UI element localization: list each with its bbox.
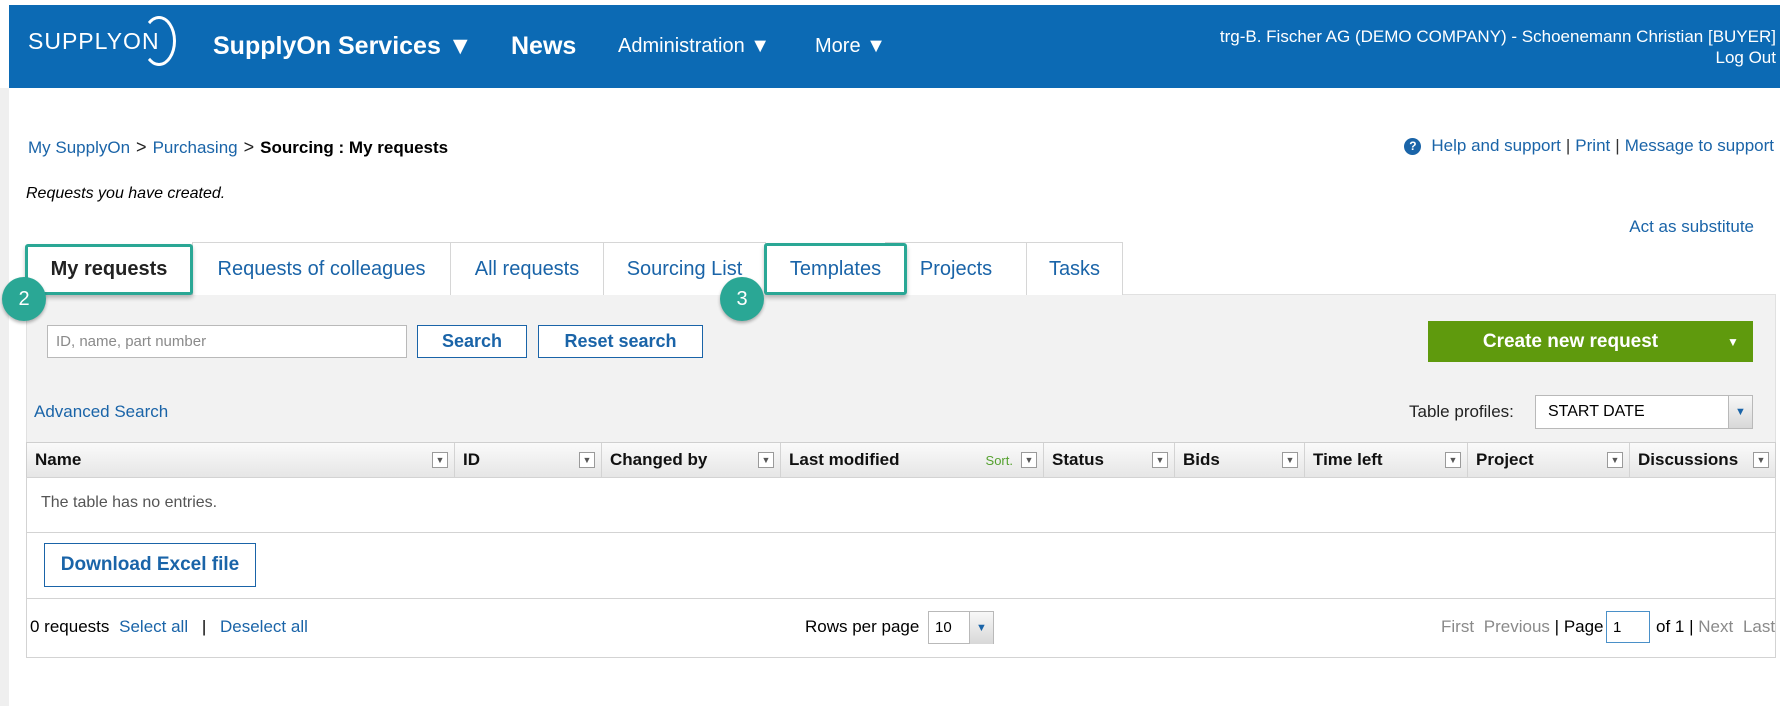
pagination: First Previous | Page	[1441, 617, 1604, 637]
filter-dropdown-icon[interactable]: ▼	[1152, 452, 1168, 468]
link-divider: |	[1689, 617, 1694, 636]
row-divider	[26, 598, 1776, 599]
column-label: Project	[1476, 450, 1534, 469]
reset-search-button[interactable]: Reset search	[538, 325, 703, 358]
act-as-substitute-link[interactable]: Act as substitute	[1629, 217, 1754, 237]
question-circle-icon[interactable]: ?	[1404, 137, 1422, 155]
page-total: of 1	[1656, 617, 1685, 636]
table-profiles-select[interactable]: START DATE ▼	[1535, 395, 1753, 429]
logo-text: SUPPLYON	[28, 27, 160, 54]
table-header: Name ▼ ID ▼ Changed by ▼ Last modified S…	[26, 442, 1776, 478]
message-to-support-link[interactable]: Message to support	[1625, 136, 1774, 156]
filter-dropdown-icon[interactable]: ▼	[1282, 452, 1298, 468]
filter-dropdown-icon[interactable]: ▼	[758, 452, 774, 468]
breadcrumb-separator: >	[243, 137, 255, 157]
footer-selection: 0 requests Select all | Deselect all	[30, 617, 308, 637]
tab-my-requests[interactable]: My requests	[25, 244, 193, 295]
chevron-down-icon[interactable]: ▼	[969, 612, 993, 644]
column-label: Name	[35, 450, 82, 469]
nav-news[interactable]: News	[511, 31, 576, 61]
logo-ring-icon	[141, 16, 176, 66]
link-divider: |	[1554, 617, 1560, 636]
chevron-down-icon[interactable]: ▼	[1713, 335, 1753, 349]
user-info: trg-B. Fischer AG (DEMO COMPANY) - Schoe…	[1220, 26, 1776, 68]
callout-badge-3: 3	[720, 277, 764, 321]
rows-per-page-label: Rows per page	[805, 617, 920, 636]
column-label: Time left	[1313, 450, 1383, 469]
tab-templates[interactable]: Templates	[764, 243, 907, 295]
page-subtitle: Requests you have created.	[26, 185, 226, 202]
logout-link[interactable]: Log Out	[1220, 47, 1777, 68]
link-divider: |	[1615, 136, 1620, 155]
breadcrumb-purchasing[interactable]: Purchasing	[153, 138, 238, 157]
column-label: Bids	[1183, 450, 1220, 469]
nav-more[interactable]: More ▼	[815, 31, 886, 61]
breadcrumb-my-supplyon[interactable]: My SupplyOn	[28, 138, 130, 157]
filter-dropdown-icon[interactable]: ▼	[1753, 452, 1769, 468]
column-label: ID	[463, 450, 480, 469]
next-page-link[interactable]: Next	[1698, 617, 1733, 636]
print-link[interactable]: Print	[1575, 136, 1610, 156]
first-page-link[interactable]: First	[1441, 617, 1474, 636]
column-label: Changed by	[610, 450, 708, 469]
callout-badge-2: 2	[2, 277, 46, 321]
filter-dropdown-icon[interactable]: ▼	[432, 452, 448, 468]
last-page-link[interactable]: Last	[1743, 617, 1775, 636]
column-label: Last modified	[789, 450, 900, 469]
page-label: Page	[1563, 617, 1604, 636]
column-header-discussions[interactable]: Discussions ▼	[1630, 443, 1775, 477]
breadcrumb: My SupplyOn > Purchasing > Sourcing : My req…	[28, 137, 448, 158]
row-divider	[26, 532, 1776, 533]
tab-tasks[interactable]: Tasks	[1026, 242, 1123, 295]
column-header-changed-by[interactable]: Changed by ▼	[602, 443, 781, 477]
rows-per-page-select[interactable]: 10 ▼	[928, 611, 994, 644]
nav-supplyon-services[interactable]: SupplyOn Services ▼	[213, 31, 473, 61]
help-links: ? Help and support | Print | Message to …	[1404, 136, 1774, 156]
tab-requests-of-colleagues[interactable]: Requests of colleagues	[192, 242, 451, 295]
left-edge-strip	[0, 88, 9, 706]
column-header-time-left[interactable]: Time left ▼	[1305, 443, 1468, 477]
table-profiles-label: Table profiles:	[1409, 402, 1514, 421]
filter-dropdown-icon[interactable]: ▼	[579, 452, 595, 468]
search-button[interactable]: Search	[417, 325, 527, 358]
tab-all-requests[interactable]: All requests	[450, 242, 604, 295]
filter-dropdown-icon[interactable]: ▼	[1445, 452, 1461, 468]
user-company-name: trg-B. Fischer AG (DEMO COMPANY) - Schoe…	[1219, 27, 1776, 46]
link-divider: |	[1565, 136, 1571, 155]
column-header-id[interactable]: ID ▼	[455, 443, 602, 477]
link-divider: |	[201, 617, 207, 636]
sort-indicator[interactable]: Sort.	[986, 453, 1013, 468]
chevron-down-icon[interactable]: ▼	[1728, 396, 1752, 428]
empty-table-message: The table has no entries.	[41, 494, 218, 511]
column-label: Status	[1052, 450, 1104, 469]
create-new-request-label: Create new request	[1482, 330, 1659, 352]
column-header-bids[interactable]: Bids ▼	[1175, 443, 1305, 477]
request-count: 0 requests	[30, 617, 110, 636]
column-label: Discussions	[1638, 450, 1739, 469]
filter-dropdown-icon[interactable]: ▼	[1607, 452, 1623, 468]
pagination-end: of 1 | Next Last	[1656, 617, 1775, 637]
page-number-input[interactable]: 1	[1606, 611, 1650, 643]
filter-dropdown-icon[interactable]: ▼	[1021, 452, 1037, 468]
breadcrumb-current: Sourcing : My requests	[260, 138, 449, 157]
deselect-all-link[interactable]: Deselect all	[220, 617, 308, 636]
download-excel-button[interactable]: Download Excel file	[44, 543, 256, 587]
table-profiles-value: START DATE	[1548, 403, 1645, 420]
previous-page-link[interactable]: Previous	[1484, 617, 1550, 636]
breadcrumb-separator: >	[136, 137, 147, 157]
column-header-project[interactable]: Project ▼	[1468, 443, 1630, 477]
column-header-name[interactable]: Name ▼	[27, 443, 455, 477]
select-all-link[interactable]: Select all	[119, 617, 188, 636]
help-and-support-link[interactable]: Help and support	[1431, 136, 1560, 156]
column-header-last-modified[interactable]: Last modified Sort. ▼	[781, 443, 1044, 477]
search-input[interactable]	[47, 325, 407, 358]
advanced-search-link[interactable]: Advanced Search	[34, 402, 168, 422]
column-header-status[interactable]: Status ▼	[1044, 443, 1175, 477]
nav-administration[interactable]: Administration ▼	[618, 31, 770, 61]
rows-per-page-value: 10	[935, 619, 952, 636]
create-new-request-button[interactable]: Create new request ▼	[1428, 321, 1753, 362]
supplyon-logo[interactable]: SUPPLYON	[28, 16, 176, 66]
